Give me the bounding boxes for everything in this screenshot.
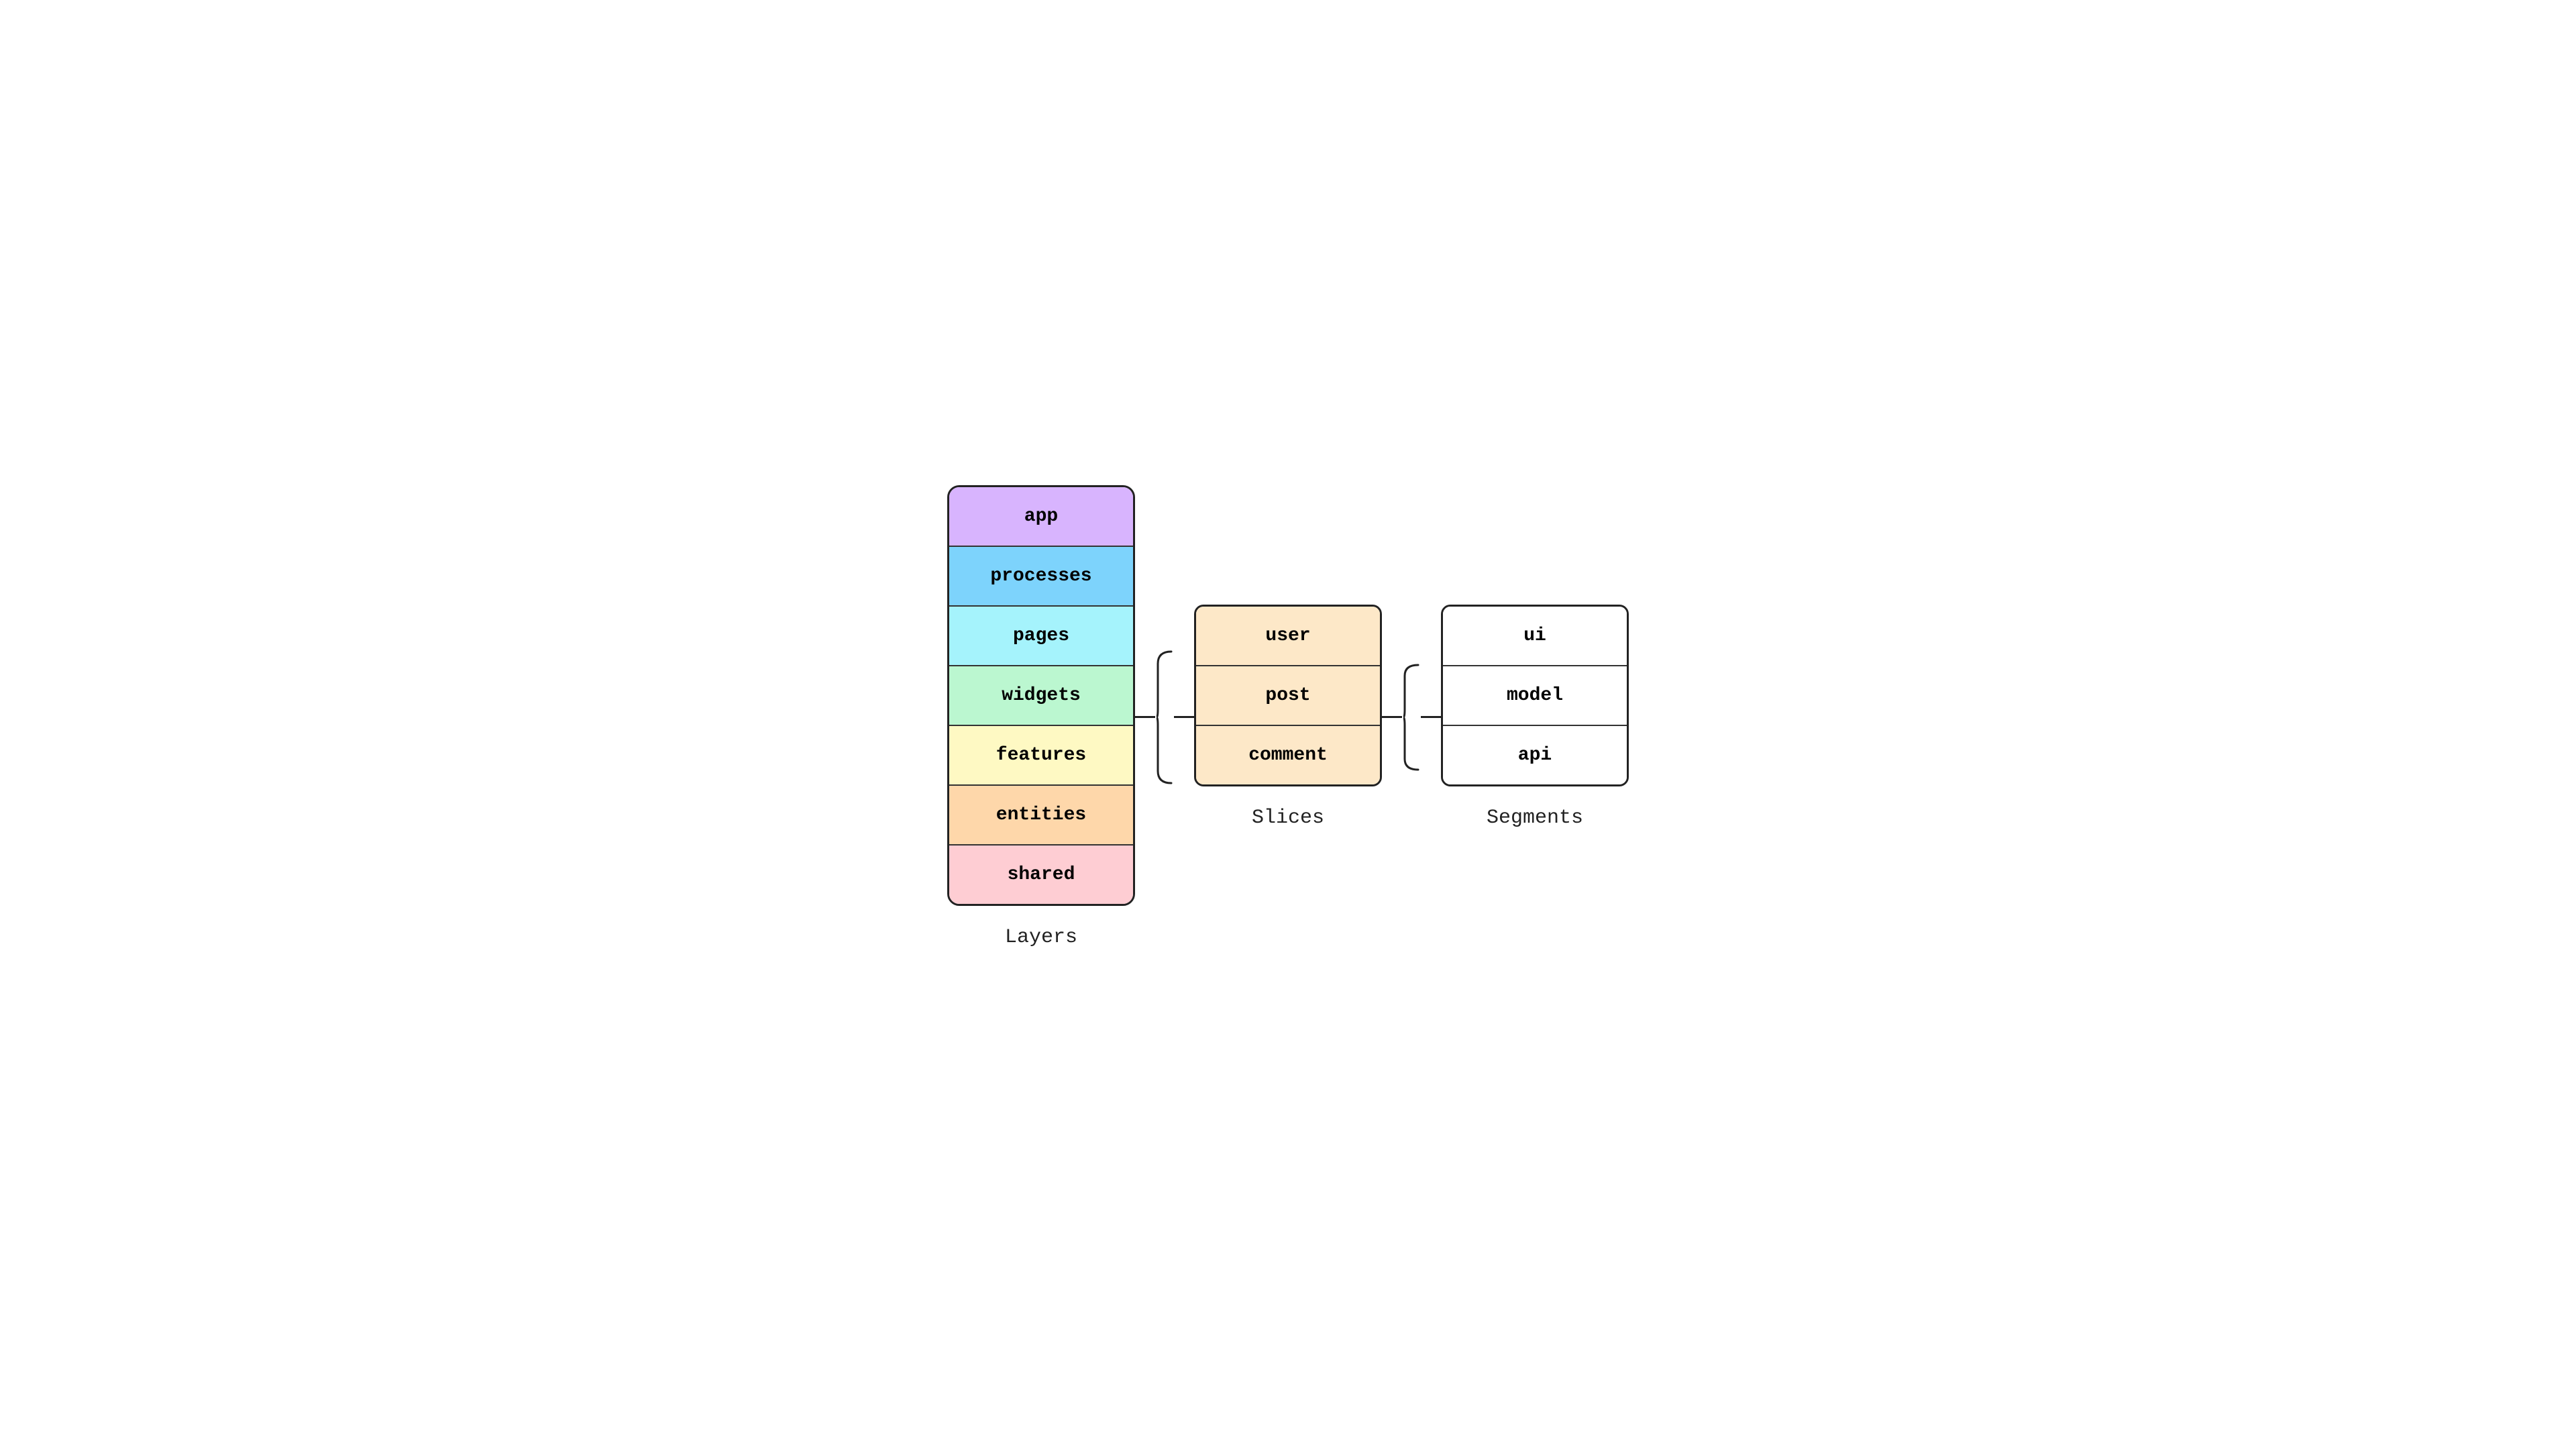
- slice-post: post: [1196, 666, 1380, 726]
- layer-entities: entities: [949, 786, 1133, 846]
- diagram-container: app processes pages widgets features ent…: [894, 445, 1682, 989]
- slices-box: user post comment: [1194, 605, 1382, 786]
- layers-stack: app processes pages widgets features ent…: [947, 485, 1135, 906]
- layer-widgets: widgets: [949, 666, 1133, 726]
- connector-slices-segments: [1382, 664, 1441, 771]
- layer-pages: pages: [949, 607, 1133, 666]
- layer-app: app: [949, 487, 1133, 547]
- line-to-segments: [1421, 716, 1441, 718]
- layers-label: Layers: [1005, 926, 1077, 949]
- line-from-slices: [1382, 716, 1402, 718]
- layer-shared: shared: [949, 846, 1133, 904]
- slices-column: user post comment Slices: [1194, 605, 1382, 829]
- left-brace-icon: [1155, 650, 1174, 784]
- segments-column: ui model api Segments: [1441, 605, 1629, 829]
- segment-model: model: [1443, 666, 1627, 726]
- slice-comment: comment: [1196, 726, 1380, 784]
- layers-column: app processes pages widgets features ent…: [947, 485, 1135, 949]
- connector-layers-slices: [1135, 650, 1194, 784]
- slice-user: user: [1196, 607, 1380, 666]
- line-to-slices: [1174, 716, 1194, 718]
- slices-label: Slices: [1252, 807, 1324, 829]
- segment-api: api: [1443, 726, 1627, 784]
- segment-ui: ui: [1443, 607, 1627, 666]
- segments-box: ui model api: [1441, 605, 1629, 786]
- layer-processes: processes: [949, 547, 1133, 607]
- layer-features: features: [949, 726, 1133, 786]
- right-brace-icon: [1402, 664, 1421, 771]
- segments-label: Segments: [1487, 807, 1583, 829]
- line-from-layers: [1135, 716, 1155, 718]
